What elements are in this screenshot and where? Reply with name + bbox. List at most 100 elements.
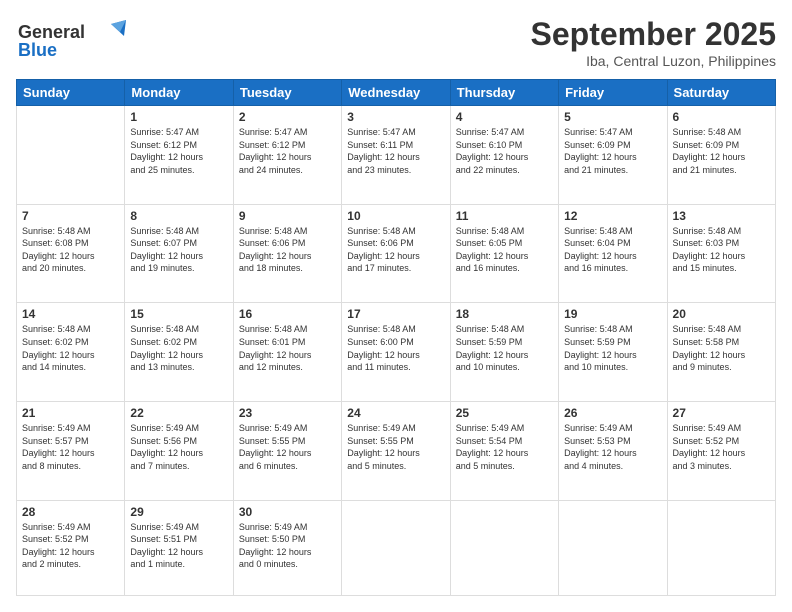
calendar-cell: 22Sunrise: 5:49 AM Sunset: 5:56 PM Dayli… xyxy=(125,401,233,500)
calendar-cell: 2 Sunrise: 5:47 AM Sunset: 6:12 PM Daylig… xyxy=(233,106,341,205)
day-info: Sunrise: 5:48 AM Sunset: 5:59 PM Dayligh… xyxy=(456,323,553,373)
calendar-cell: 3 Sunrise: 5:47 AM Sunset: 6:11 PM Daylig… xyxy=(342,106,450,205)
day-number: 8 xyxy=(130,209,227,223)
page: General Blue September 2025 Iba, Central… xyxy=(0,0,792,612)
day-number: 1 xyxy=(130,110,227,124)
day-number: 21 xyxy=(22,406,119,420)
day-info: Sunrise: 5:48 AM Sunset: 6:04 PM Dayligh… xyxy=(564,225,661,275)
day-info: Sunrise: 5:48 AM Sunset: 5:58 PM Dayligh… xyxy=(673,323,770,373)
day-info: Sunrise: 5:48 AM Sunset: 6:06 PM Dayligh… xyxy=(239,225,336,275)
calendar-cell: 7 Sunrise: 5:48 AM Sunset: 6:08 PM Daylig… xyxy=(17,204,125,303)
day-info: Sunrise: 5:49 AM Sunset: 5:55 PM Dayligh… xyxy=(347,422,444,472)
day-info: Sunrise: 5:49 AM Sunset: 5:54 PM Dayligh… xyxy=(456,422,553,472)
sub-title: Iba, Central Luzon, Philippines xyxy=(531,53,776,69)
col-header-thursday: Thursday xyxy=(450,80,558,106)
day-info: Sunrise: 5:47 AM Sunset: 6:09 PM Dayligh… xyxy=(564,126,661,176)
day-number: 3 xyxy=(347,110,444,124)
svg-text:General: General xyxy=(18,22,85,42)
col-header-wednesday: Wednesday xyxy=(342,80,450,106)
calendar-cell: 15Sunrise: 5:48 AM Sunset: 6:02 PM Dayli… xyxy=(125,303,233,402)
calendar-cell: 8 Sunrise: 5:48 AM Sunset: 6:07 PM Daylig… xyxy=(125,204,233,303)
calendar-cell: 26Sunrise: 5:49 AM Sunset: 5:53 PM Dayli… xyxy=(559,401,667,500)
header: General Blue September 2025 Iba, Central… xyxy=(16,16,776,69)
day-number: 28 xyxy=(22,505,119,519)
day-number: 13 xyxy=(673,209,770,223)
calendar-cell: 11Sunrise: 5:48 AM Sunset: 6:05 PM Dayli… xyxy=(450,204,558,303)
calendar-cell: 24 Sunrise: 5:49 AM Sunset: 5:55 PM Dayli… xyxy=(342,401,450,500)
calendar-cell: 27Sunrise: 5:49 AM Sunset: 5:52 PM Dayli… xyxy=(667,401,775,500)
calendar-week-1: 1 Sunrise: 5:47 AM Sunset: 6:12 PM Daylig… xyxy=(17,106,776,205)
day-number: 22 xyxy=(130,406,227,420)
col-header-saturday: Saturday xyxy=(667,80,775,106)
day-info: Sunrise: 5:48 AM Sunset: 6:08 PM Dayligh… xyxy=(22,225,119,275)
day-info: Sunrise: 5:49 AM Sunset: 5:57 PM Dayligh… xyxy=(22,422,119,472)
day-number: 19 xyxy=(564,307,661,321)
calendar-cell: 25 Sunrise: 5:49 AM Sunset: 5:54 PM Dayli… xyxy=(450,401,558,500)
calendar-cell: 4 Sunrise: 5:47 AM Sunset: 6:10 PM Daylig… xyxy=(450,106,558,205)
day-number: 16 xyxy=(239,307,336,321)
calendar-week-2: 7 Sunrise: 5:48 AM Sunset: 6:08 PM Daylig… xyxy=(17,204,776,303)
main-title: September 2025 xyxy=(531,16,776,53)
calendar-cell xyxy=(450,500,558,595)
day-number: 7 xyxy=(22,209,119,223)
day-info: Sunrise: 5:49 AM Sunset: 5:51 PM Dayligh… xyxy=(130,521,227,571)
col-header-tuesday: Tuesday xyxy=(233,80,341,106)
day-info: Sunrise: 5:47 AM Sunset: 6:11 PM Dayligh… xyxy=(347,126,444,176)
day-number: 9 xyxy=(239,209,336,223)
calendar-cell xyxy=(559,500,667,595)
calendar-cell: 21 Sunrise: 5:49 AM Sunset: 5:57 PM Dayli… xyxy=(17,401,125,500)
day-number: 27 xyxy=(673,406,770,420)
day-number: 17 xyxy=(347,307,444,321)
title-block: September 2025 Iba, Central Luzon, Phili… xyxy=(531,16,776,69)
calendar-cell: 18 Sunrise: 5:48 AM Sunset: 5:59 PM Dayli… xyxy=(450,303,558,402)
calendar-cell: 20Sunrise: 5:48 AM Sunset: 5:58 PM Dayli… xyxy=(667,303,775,402)
day-info: Sunrise: 5:48 AM Sunset: 6:00 PM Dayligh… xyxy=(347,323,444,373)
calendar-cell xyxy=(342,500,450,595)
day-number: 12 xyxy=(564,209,661,223)
calendar-week-4: 21 Sunrise: 5:49 AM Sunset: 5:57 PM Dayli… xyxy=(17,401,776,500)
day-info: Sunrise: 5:47 AM Sunset: 6:10 PM Dayligh… xyxy=(456,126,553,176)
day-number: 14 xyxy=(22,307,119,321)
calendar-cell: 19 Sunrise: 5:48 AM Sunset: 5:59 PM Dayli… xyxy=(559,303,667,402)
col-header-monday: Monday xyxy=(125,80,233,106)
calendar-cell: 6Sunrise: 5:48 AM Sunset: 6:09 PM Daylig… xyxy=(667,106,775,205)
day-number: 29 xyxy=(130,505,227,519)
day-info: Sunrise: 5:49 AM Sunset: 5:53 PM Dayligh… xyxy=(564,422,661,472)
calendar-cell: 13 Sunrise: 5:48 AM Sunset: 6:03 PM Dayli… xyxy=(667,204,775,303)
day-number: 18 xyxy=(456,307,553,321)
day-number: 25 xyxy=(456,406,553,420)
svg-text:Blue: Blue xyxy=(18,40,57,60)
day-info: Sunrise: 5:47 AM Sunset: 6:12 PM Dayligh… xyxy=(239,126,336,176)
day-number: 5 xyxy=(564,110,661,124)
day-info: Sunrise: 5:49 AM Sunset: 5:55 PM Dayligh… xyxy=(239,422,336,472)
day-info: Sunrise: 5:48 AM Sunset: 6:03 PM Dayligh… xyxy=(673,225,770,275)
day-number: 23 xyxy=(239,406,336,420)
day-info: Sunrise: 5:49 AM Sunset: 5:52 PM Dayligh… xyxy=(22,521,119,571)
calendar-cell: 14 Sunrise: 5:48 AM Sunset: 6:02 PM Dayli… xyxy=(17,303,125,402)
calendar-cell: 10Sunrise: 5:48 AM Sunset: 6:06 PM Dayli… xyxy=(342,204,450,303)
calendar-cell: 16 Sunrise: 5:48 AM Sunset: 6:01 PM Dayli… xyxy=(233,303,341,402)
calendar-cell: 30 Sunrise: 5:49 AM Sunset: 5:50 PM Dayli… xyxy=(233,500,341,595)
calendar-cell xyxy=(17,106,125,205)
calendar-cell: 9 Sunrise: 5:48 AM Sunset: 6:06 PM Daylig… xyxy=(233,204,341,303)
day-number: 2 xyxy=(239,110,336,124)
day-number: 11 xyxy=(456,209,553,223)
day-info: Sunrise: 5:49 AM Sunset: 5:50 PM Dayligh… xyxy=(239,521,336,571)
day-info: Sunrise: 5:48 AM Sunset: 6:07 PM Dayligh… xyxy=(130,225,227,275)
day-info: Sunrise: 5:48 AM Sunset: 5:59 PM Dayligh… xyxy=(564,323,661,373)
day-info: Sunrise: 5:48 AM Sunset: 6:02 PM Dayligh… xyxy=(22,323,119,373)
day-info: Sunrise: 5:48 AM Sunset: 6:09 PM Dayligh… xyxy=(673,126,770,176)
day-number: 30 xyxy=(239,505,336,519)
day-number: 4 xyxy=(456,110,553,124)
calendar-cell: 12 Sunrise: 5:48 AM Sunset: 6:04 PM Dayli… xyxy=(559,204,667,303)
calendar-header-row: SundayMondayTuesdayWednesdayThursdayFrid… xyxy=(17,80,776,106)
calendar-cell: 1 Sunrise: 5:47 AM Sunset: 6:12 PM Daylig… xyxy=(125,106,233,205)
calendar-week-3: 14 Sunrise: 5:48 AM Sunset: 6:02 PM Dayli… xyxy=(17,303,776,402)
calendar-cell: 28 Sunrise: 5:49 AM Sunset: 5:52 PM Dayli… xyxy=(17,500,125,595)
day-info: Sunrise: 5:47 AM Sunset: 6:12 PM Dayligh… xyxy=(130,126,227,176)
day-number: 24 xyxy=(347,406,444,420)
calendar-week-5: 28 Sunrise: 5:49 AM Sunset: 5:52 PM Dayli… xyxy=(17,500,776,595)
col-header-sunday: Sunday xyxy=(17,80,125,106)
calendar-cell xyxy=(667,500,775,595)
day-info: Sunrise: 5:48 AM Sunset: 6:01 PM Dayligh… xyxy=(239,323,336,373)
